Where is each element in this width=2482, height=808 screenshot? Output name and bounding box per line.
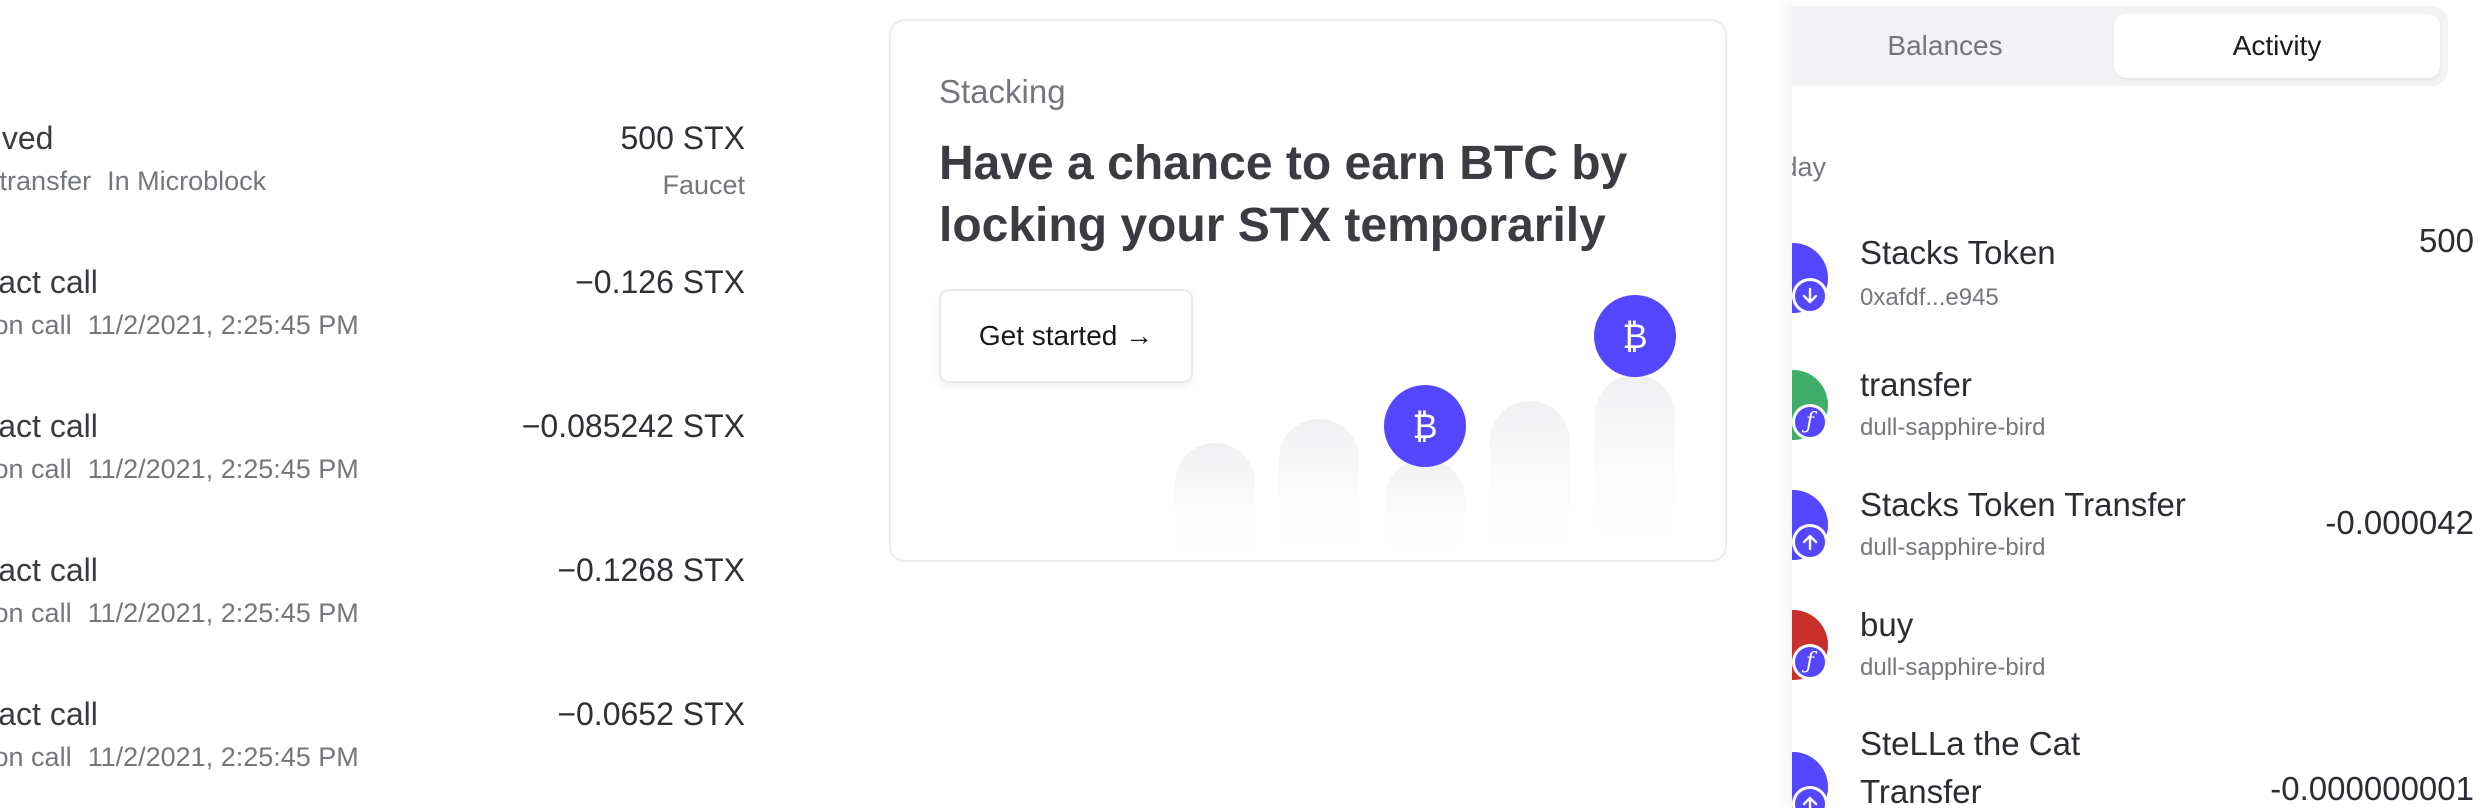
function-icon: ƒ bbox=[1792, 404, 1828, 440]
transaction-title: Contract call bbox=[0, 696, 98, 732]
stacking-bar bbox=[1595, 375, 1675, 560]
activity-item[interactable]: Stacks Token Transfer dull-sapphire-bird… bbox=[1792, 478, 2482, 588]
activity-item[interactable]: Stacks Token 0xafdf...e945 500 bbox=[1792, 222, 2482, 338]
stacking-caption: Stacking bbox=[939, 73, 1066, 110]
transaction-timestamp: 11/2/2021, 2:25:45 PM bbox=[87, 742, 359, 772]
transaction-title: Contract call bbox=[0, 408, 98, 444]
transaction-row[interactable]: Contract call Function call 11/2/2021, 2:… bbox=[0, 552, 745, 672]
transaction-subtitle: Function call 11/2/2021, 2:25:45 PM bbox=[0, 742, 359, 773]
activity-value: -0.000042 bbox=[2325, 504, 2474, 541]
transaction-subtitle: Function call 11/2/2021, 2:25:45 PM bbox=[0, 454, 359, 485]
transaction-source: Faucet bbox=[662, 170, 745, 200]
transaction-subtitle: Token transfer In Microblock bbox=[0, 166, 266, 197]
transaction-type: Function call bbox=[0, 454, 72, 484]
activity-item[interactable]: ƒ transfer dull-sapphire-bird bbox=[1792, 358, 2482, 468]
function-icon: ƒ bbox=[1792, 644, 1828, 680]
tab-switcher: Balances Activity bbox=[1792, 6, 2448, 86]
transaction-timestamp: 11/2/2021, 2:25:45 PM bbox=[87, 310, 359, 340]
transaction-amount: −0.0652 STX bbox=[557, 696, 745, 732]
bitcoin-coin-icon: ₿ bbox=[1594, 295, 1676, 377]
stacking-bar bbox=[1490, 401, 1570, 560]
stacking-card: ₿ ₿ Stacking Have a chance to earn BTC b… bbox=[889, 19, 1727, 562]
transaction-row[interactable]: Received Token transfer In Microblock 500… bbox=[0, 120, 745, 240]
transaction-amount: −0.1268 STX bbox=[557, 552, 745, 588]
activity-title: SteLLa the Cat Transfer bbox=[1860, 725, 2081, 808]
transaction-amount: −0.126 STX bbox=[575, 264, 745, 300]
activity-subtitle: dull-sapphire-bird bbox=[1860, 534, 2046, 561]
activity-subtitle: dull-sapphire-bird bbox=[1860, 414, 2046, 441]
activity-subtitle: 0xafdf...e945 bbox=[1860, 284, 1999, 311]
transaction-type: Function call bbox=[0, 742, 72, 772]
transaction-title: Received bbox=[0, 120, 54, 156]
transaction-row[interactable]: Contract call Function call 11/2/2021, 2:… bbox=[0, 696, 745, 808]
stacking-bar bbox=[1279, 419, 1359, 560]
bitcoin-coin-symbol: ₿ bbox=[1412, 407, 1437, 447]
tab-activity[interactable]: Activity bbox=[2114, 14, 2440, 78]
activity-title: buy bbox=[1860, 606, 1914, 643]
transaction-type: Function call bbox=[0, 310, 72, 340]
activity-value: -0.000000001 bbox=[2270, 770, 2474, 807]
transaction-timestamp: 11/2/2021, 2:25:45 PM bbox=[87, 598, 359, 628]
transaction-title: Contract call bbox=[0, 264, 98, 300]
transaction-status: In Microblock bbox=[107, 166, 267, 196]
activity-title: Stacks Token bbox=[1860, 234, 2056, 271]
transaction-list: Received Token transfer In Microblock 500… bbox=[0, 0, 760, 808]
transaction-timestamp: 11/2/2021, 2:25:45 PM bbox=[87, 454, 359, 484]
tab-balances[interactable]: Balances bbox=[1792, 14, 2110, 78]
transaction-row[interactable]: Contract call Function call 11/2/2021, 2:… bbox=[0, 264, 745, 384]
transaction-subtitle: Function call 11/2/2021, 2:25:45 PM bbox=[0, 310, 359, 341]
stacking-bar bbox=[1385, 459, 1465, 560]
transaction-amount: 500 STX bbox=[620, 120, 745, 156]
activity-item[interactable]: ƒ buy dull-sapphire-bird bbox=[1792, 598, 2482, 708]
bitcoin-coin-icon: ₿ bbox=[1384, 385, 1466, 467]
transaction-type: Function call bbox=[0, 598, 72, 628]
activity-item[interactable]: SteLLa the Cat Transfer -0.000000001 bbox=[1792, 718, 2482, 808]
get-started-button[interactable]: Get started → bbox=[939, 289, 1193, 383]
activity-value: 500 bbox=[2418, 222, 2474, 259]
day-group-label: Today bbox=[1792, 152, 1827, 182]
transaction-title: Contract call bbox=[0, 552, 98, 588]
transaction-row[interactable]: Contract call Function call 11/2/2021, 2:… bbox=[0, 408, 745, 528]
arrow-up-icon bbox=[1792, 524, 1828, 560]
activity-title: transfer bbox=[1860, 366, 1972, 403]
transaction-type: Token transfer bbox=[0, 166, 92, 196]
stacking-bar bbox=[1175, 443, 1255, 560]
activity-subtitle: dull-sapphire-bird bbox=[1860, 654, 2046, 681]
arrow-down-icon bbox=[1792, 278, 1828, 314]
bitcoin-coin-symbol: ₿ bbox=[1622, 317, 1647, 357]
stacking-headline: Have a chance to earn BTC by locking you… bbox=[939, 137, 1628, 252]
transaction-amount: −0.085242 STX bbox=[521, 408, 745, 444]
activity-title: Stacks Token Transfer bbox=[1860, 486, 2186, 523]
activity-panel: Balances Activity Today Stacks Token 0xa… bbox=[1792, 0, 2482, 808]
transaction-subtitle: Function call 11/2/2021, 2:25:45 PM bbox=[0, 598, 359, 629]
